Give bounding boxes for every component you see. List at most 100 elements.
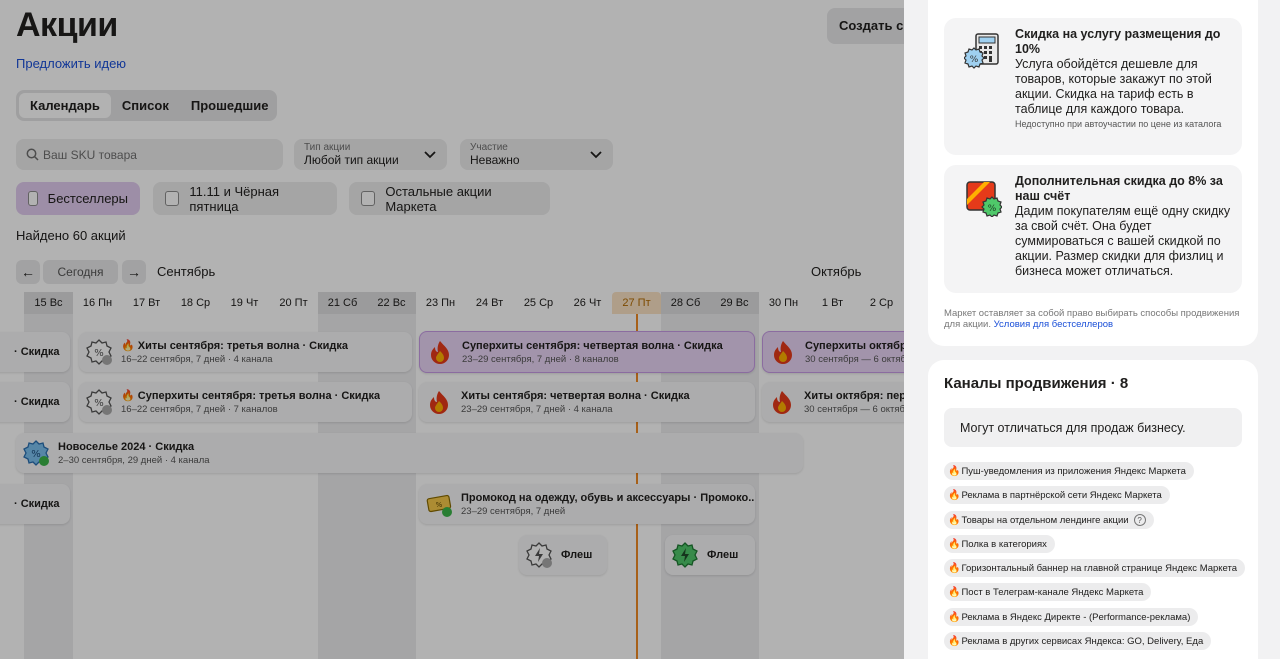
day-header: 24 Вт	[475, 297, 504, 309]
channel-item: 🔥 Пуш-уведомления из приложения Яндекс Ма…	[944, 462, 1194, 480]
promo-type-select[interactable]: Тип акции Любой тип акции	[294, 139, 447, 170]
promo-title: Флеш	[561, 549, 593, 561]
bestsellers-terms-link[interactable]: Условия для бестселлеров	[994, 319, 1113, 330]
promo-subtitle: 16–22 сентября, 7 дней · 4 канала	[121, 353, 273, 365]
search-placeholder: Ваш SKU товара	[43, 147, 137, 162]
promo-title: Суперхиты октября	[805, 339, 904, 352]
promo-subtitle: 16–22 сентября, 7 дней · 7 каналов	[121, 403, 278, 415]
promo-card[interactable]: % Промокод на одежду, обувь и аксессуары…	[419, 484, 755, 524]
promo-card[interactable]: · Скидка	[0, 484, 70, 524]
svg-text:%: %	[94, 398, 104, 409]
promo-type-label: Тип акции	[304, 142, 351, 153]
svg-text:%: %	[94, 348, 104, 359]
promo-subtitle: 30 сентября — 6 октября	[805, 353, 904, 365]
promo-card-selected[interactable]: Суперхиты сентября: четвертая волна · Ск…	[419, 331, 755, 373]
search-icon	[26, 148, 39, 161]
day-header: 16 Пн	[82, 297, 113, 309]
promo-card[interactable]: Суперхиты октября30 сентября — 6 октября	[762, 331, 904, 373]
chip-label: 11.11 и Чёрная пятница	[189, 183, 280, 214]
promo-title: Хиты сентября: четвертая волна · Скидка	[461, 389, 690, 402]
promo-title: · Скидка	[14, 346, 60, 358]
promo-card[interactable]: % 🔥 Хиты сентября: третья волна · Скидка…	[79, 332, 412, 372]
chip-black-friday[interactable]: 11.11 и Чёрная пятница	[153, 182, 337, 215]
promo-subtitle: 23–29 сентября, 7 дней · 4 канала	[461, 403, 613, 415]
chip-label: Остальные акции Маркета	[385, 183, 492, 214]
checkbox[interactable]	[165, 191, 180, 206]
promo-subtitle: 23–29 сентября, 7 дней	[461, 505, 566, 517]
day-header: 22 Вс	[367, 292, 416, 314]
tab-calendar[interactable]: Календарь	[19, 93, 111, 118]
benefit-text: Дадим покупателям ещё одну скидку за сво…	[1015, 204, 1231, 278]
promo-card[interactable]: · Скидка	[0, 382, 70, 422]
day-header: 15 Вс	[24, 292, 73, 314]
create-promo-button[interactable]: Создать свою акцию	[827, 8, 904, 44]
promo-title: · Скидка	[14, 498, 60, 510]
promo-card[interactable]: Флеш	[665, 535, 755, 575]
day-header: 30 Пн	[768, 297, 799, 309]
promo-card[interactable]: Хиты октября: перв30 сентября — 6 октябр…	[762, 382, 904, 422]
svg-text:%: %	[31, 449, 41, 460]
day-header: 28 Сб	[661, 292, 710, 314]
view-tabs: Календарь Список Прошедшие	[16, 90, 277, 121]
channel-item: 🔥 Реклама в партнёрской сети Яндекс Марке…	[944, 486, 1170, 504]
benefit-title: Скидка на услугу размещения до 10%	[1015, 27, 1221, 56]
promo-card[interactable]: Хиты сентября: четвертая волна · Скидка 2…	[419, 382, 755, 422]
promo-title: · Скидка	[14, 396, 60, 408]
day-header: 21 Сб	[318, 292, 367, 314]
promo-subtitle: 30 сентября — 6 октября	[804, 403, 904, 415]
tab-past[interactable]: Прошедшие	[180, 93, 280, 118]
participation-select[interactable]: Участие Неважно	[460, 139, 613, 170]
sku-search-input[interactable]: Ваш SKU товара	[16, 139, 283, 170]
day-header: 2 Ср	[869, 297, 894, 309]
day-header-today: 27 Пт	[612, 292, 661, 314]
promo-subtitle: 2–30 сентября, 29 дней · 4 канала	[58, 454, 210, 466]
benefit-item: % Дополнительная скидка до 8% за наш счё…	[944, 165, 1242, 293]
promo-title: Суперхиты сентября: четвертая волна · Ск…	[462, 339, 723, 352]
fire-icon	[774, 341, 792, 364]
day-header: 25 Ср	[523, 297, 554, 309]
suggest-idea-link[interactable]: Предложить идею	[16, 56, 126, 71]
fire-icon: 🔥	[948, 514, 961, 526]
channels-title: Каналы продвижения · 8	[944, 375, 1129, 392]
day-header: 29 Вс	[710, 292, 759, 314]
day-header: 23 Пн	[425, 297, 456, 309]
chip-bestsellers[interactable]: Бестселлеры	[16, 182, 140, 215]
participation-value: Неважно	[470, 153, 520, 167]
channel-item: 🔥 Горизонтальный баннер на главной страни…	[944, 559, 1246, 577]
help-icon[interactable]: ?	[1133, 514, 1146, 526]
promo-title: 🔥 Хиты сентября: третья волна · Скидка	[121, 339, 348, 352]
chevron-down-icon	[590, 151, 602, 159]
fire-icon: 🔥	[948, 465, 961, 477]
benefit-note: Недоступно при автоучастии по цене из ка…	[1015, 119, 1222, 129]
promo-card[interactable]: % 🔥 Суперхиты сентября: третья волна · С…	[79, 382, 412, 422]
checkbox[interactable]	[28, 191, 38, 206]
chip-other-promos[interactable]: Остальные акции Маркета	[349, 182, 550, 215]
promo-card[interactable]: % Новоселье 2024 · Скидка 2–30 сентября, …	[16, 433, 803, 473]
day-header: 26 Чт	[573, 297, 602, 309]
channel-item: 🔥 Полка в категориях	[944, 535, 1055, 553]
today-button[interactable]: Сегодня	[43, 260, 118, 284]
arrow-left-icon[interactable]: ←	[16, 260, 40, 284]
promo-title: Флеш	[707, 549, 739, 561]
fire-icon: 🔥	[948, 489, 961, 501]
promo-title: Промокод на одежду, обувь и аксессуары ·…	[461, 491, 755, 504]
svg-text:%: %	[436, 501, 443, 509]
checkbox[interactable]	[361, 191, 376, 206]
tab-list[interactable]: Список	[111, 93, 180, 118]
promo-subtitle: 23–29 сентября, 7 дней · 8 каналов	[462, 353, 619, 365]
lightning-icon	[672, 542, 698, 568]
benefit-title: Дополнительная скидка до 8% за наш счёт	[1015, 174, 1223, 203]
promo-card[interactable]: Флеш	[519, 535, 607, 575]
calculator-percent-icon: %	[964, 33, 999, 69]
promo-title: Новоселье 2024 · Скидка	[58, 440, 195, 453]
participation-label: Участие	[470, 142, 508, 153]
day-header: 20 Пт	[279, 297, 308, 309]
promo-type-value: Любой тип акции	[304, 153, 399, 167]
disclaimer-text: Маркет оставляет за собой право выбирать…	[944, 308, 1240, 330]
day-header: 1 Вт	[821, 297, 844, 309]
channel-item: 🔥 Реклама в других сервисах Яндекса: GO, …	[944, 632, 1212, 650]
svg-text:%: %	[970, 55, 979, 65]
promo-card[interactable]: · Скидка	[0, 332, 70, 372]
arrow-right-icon[interactable]: →	[122, 260, 146, 284]
discount-badge-icon: %	[23, 440, 49, 466]
